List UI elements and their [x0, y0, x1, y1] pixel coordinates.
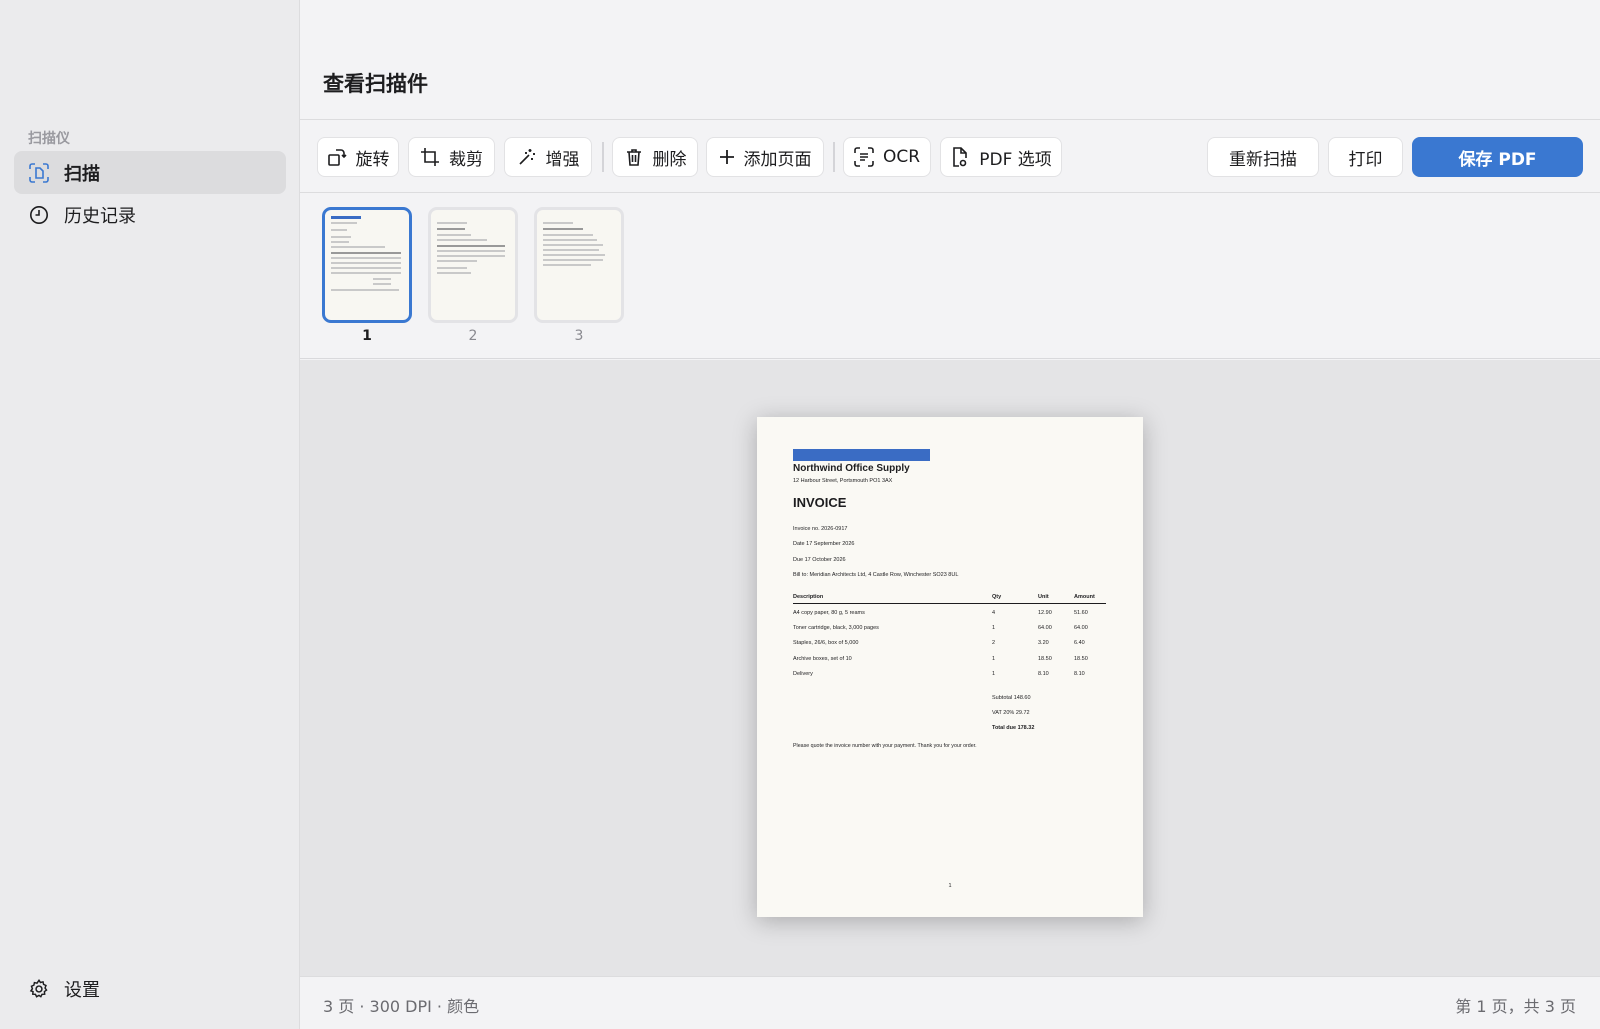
thumbnail-strip: 1 2 3 [300, 194, 1600, 359]
ocr-button[interactable]: OCR [843, 137, 931, 177]
page-thumbnail[interactable] [322, 207, 412, 323]
trash-icon [626, 149, 641, 166]
table-row: Delivery 1 8.10 8.10 [793, 671, 1106, 681]
thumbnail-number: 2 [468, 328, 478, 344]
document-settings-icon [953, 147, 968, 167]
cell-amount: 6.40 [1074, 640, 1085, 646]
rotate-icon [327, 149, 347, 166]
status-bar: 3 页 · 300 DPI · 颜色 第 1 页，共 3 页 [300, 976, 1600, 1029]
table-header: Description Qty Unit Amount [793, 594, 1106, 604]
thumbnail-number: 3 [574, 328, 584, 344]
cell-qty: 2 [992, 640, 996, 646]
sidebar-item-scan[interactable]: 扫描 [14, 151, 286, 194]
column-header: Unit [1038, 594, 1049, 600]
cell-unit: 12.90 [1038, 610, 1052, 616]
sidebar-item-label: 扫描 [64, 163, 100, 185]
toolbar: 旋转 裁剪 增强 删除 添加页面 OCR PDF 选项 重新扫描 打印 保存 P… [300, 120, 1600, 193]
sidebar: 扫描仪 扫描 历史记录 设置 [0, 0, 300, 1029]
plus-icon [719, 150, 734, 164]
company-name: Northwind Office Supply [793, 463, 910, 474]
page-title: 查看扫描件 [323, 72, 428, 96]
table-row: Toner cartridge, black, 3,000 pages 1 64… [793, 625, 1106, 635]
cell-unit: 64.00 [1038, 625, 1052, 631]
settings-label: 设置 [64, 980, 100, 1001]
scan-info: 3 页 · 300 DPI · 颜色 [323, 997, 480, 1016]
cell-qty: 4 [992, 610, 996, 616]
column-header: Amount [1074, 594, 1095, 600]
invoice-date: Date 17 September 2026 [793, 541, 855, 547]
document-page: Northwind Office Supply 12 Harbour Stree… [757, 417, 1143, 917]
gear-icon [28, 978, 50, 1000]
invoice-due-date: Due 17 October 2026 [793, 557, 846, 563]
add-page-button[interactable]: 添加页面 [706, 137, 824, 177]
table-row: Staples, 26/6, box of 5,000 2 3.20 6.40 [793, 640, 1106, 650]
cell-amount: 51.60 [1074, 610, 1088, 616]
column-header: Description [793, 594, 824, 600]
add-page-label: 添加页面 [743, 149, 812, 170]
rotate-label: 旋转 [355, 149, 390, 170]
cell-qty: 1 [992, 671, 996, 677]
delete-button[interactable]: 删除 [612, 137, 698, 177]
magic-wand-icon [518, 149, 535, 165]
toolbar-divider [602, 142, 604, 172]
rotate-button[interactable]: 旋转 [317, 137, 399, 177]
main-panel: 查看扫描件 旋转 裁剪 增强 删除 添加页面 OCR PDF 选项 重新扫描 打… [300, 0, 1600, 1029]
cell-qty: 1 [992, 656, 996, 662]
page-thumbnail[interactable] [428, 207, 518, 323]
table-row: A4 copy paper, 80 g, 5 reams 4 12.90 51.… [793, 610, 1106, 620]
document-title: INVOICE [793, 495, 847, 510]
sidebar-item-label: 历史记录 [64, 205, 136, 227]
page-preview-area: Northwind Office Supply 12 Harbour Stree… [300, 360, 1600, 976]
enhance-label: 增强 [545, 149, 580, 170]
rescan-button[interactable]: 重新扫描 [1207, 137, 1319, 177]
invoice-number: Invoice no. 2026-0917 [793, 526, 848, 532]
cell-description: Toner cartridge, black, 3,000 pages [793, 625, 879, 631]
sidebar-item-settings[interactable]: 设置 [28, 976, 100, 1002]
company-address: 12 Harbour Street, Portsmouth PO1 3AX [793, 478, 893, 484]
toolbar-divider [833, 142, 835, 172]
sidebar-item-history[interactable]: 历史记录 [14, 193, 286, 236]
page-number: 1 [948, 883, 952, 889]
cell-description: Delivery [793, 671, 813, 677]
thumb-brand-bar [331, 216, 361, 219]
cell-description: Archive boxes, set of 10 [793, 656, 852, 662]
enhance-button[interactable]: 增强 [504, 137, 592, 177]
text-recognition-icon [854, 147, 874, 167]
crop-label: 裁剪 [449, 149, 483, 170]
scan-document-icon [28, 162, 50, 184]
save-pdf-button[interactable]: 保存 PDF [1412, 137, 1583, 177]
print-label: 打印 [1348, 149, 1383, 170]
subtotal: Subtotal 148.60 [992, 695, 1031, 701]
thumbnail-number: 1 [362, 328, 372, 344]
pdf-options-label: PDF 选项 [979, 149, 1052, 170]
pdf-options-button[interactable]: PDF 选项 [940, 137, 1062, 177]
cell-amount: 64.00 [1074, 625, 1088, 631]
bill-to: Bill to: Meridian Architects Ltd, 4 Cast… [793, 572, 959, 578]
cell-amount: 18.50 [1074, 656, 1088, 662]
column-header: Qty [992, 594, 1002, 600]
vat-total: VAT 20% 29.72 [992, 710, 1030, 716]
cell-description: A4 copy paper, 80 g, 5 reams [793, 610, 865, 616]
cell-unit: 8.10 [1038, 671, 1049, 677]
table-row: Archive boxes, set of 10 1 18.50 18.50 [793, 656, 1106, 666]
page-thumbnail[interactable] [534, 207, 624, 323]
cell-amount: 8.10 [1074, 671, 1085, 677]
payment-note: Please quote the invoice number with you… [793, 743, 977, 749]
print-button[interactable]: 打印 [1328, 137, 1403, 177]
total-due: Total due 178.32 [992, 725, 1035, 731]
cell-qty: 1 [992, 625, 996, 631]
brand-color-bar [793, 449, 930, 461]
cell-description: Staples, 26/6, box of 5,000 [793, 640, 859, 646]
cell-unit: 3.20 [1038, 640, 1049, 646]
save-pdf-label: 保存 PDF [1458, 149, 1537, 170]
rescan-label: 重新扫描 [1229, 149, 1297, 170]
sidebar-section-label: 扫描仪 [28, 131, 70, 147]
clock-icon [28, 204, 50, 226]
delete-label: 删除 [652, 149, 687, 170]
crop-icon [421, 148, 439, 166]
ocr-label: OCR [882, 147, 921, 167]
page-status: 第 1 页，共 3 页 [1455, 997, 1576, 1016]
crop-button[interactable]: 裁剪 [408, 137, 495, 177]
cell-unit: 18.50 [1038, 656, 1052, 662]
